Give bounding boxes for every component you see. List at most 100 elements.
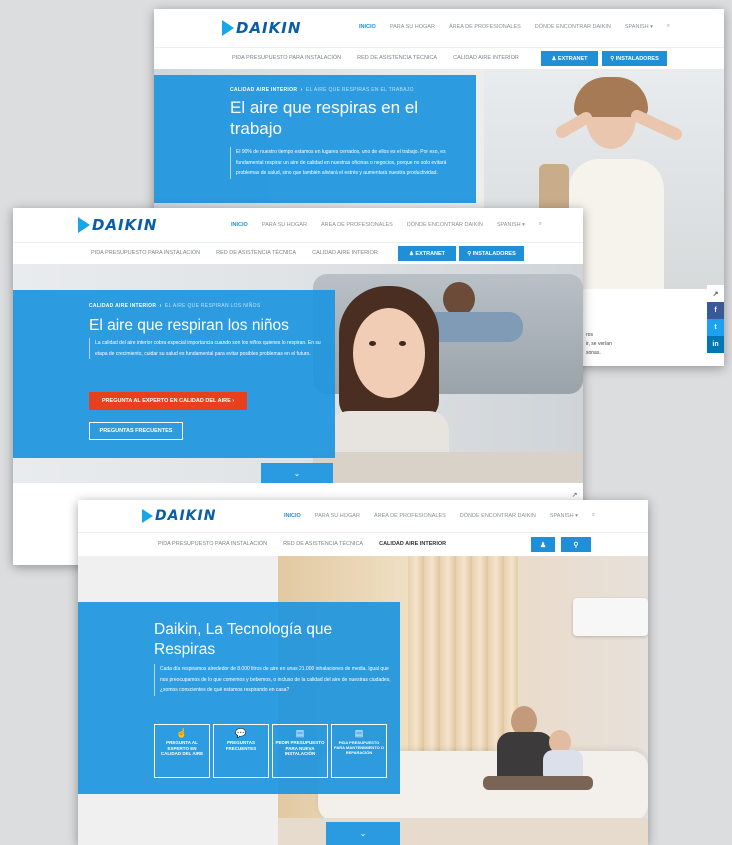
pin-icon: ⚲ <box>573 541 579 549</box>
nav-inicio[interactable]: INICIO <box>231 222 248 228</box>
header: DAIKIN INICIO PARA SU HOGAR ÁREA DE PROF… <box>154 9 724 47</box>
sub-asistencia[interactable]: RED DE ASISTENCIA TÉCNICA <box>216 250 296 256</box>
search-icon[interactable]: ⌕ <box>667 23 670 30</box>
nav-language[interactable]: SPANISH ▾ <box>497 222 525 228</box>
sub-calidad[interactable]: CALIDAD AIRE INTERIOR <box>453 55 519 61</box>
header: DAIKIN INICIO PARA SU HOGAR ÁREA DE PROF… <box>13 208 583 242</box>
extranet-label: EXTRANET <box>415 250 446 257</box>
extranet-button[interactable]: ♟ EXTRANET <box>398 246 456 261</box>
nav-profesionales[interactable]: ÁREA DE PROFESIONALES <box>374 513 446 519</box>
nav-donde[interactable]: DÓNDE ENCONTRAR DAIKIN <box>535 24 611 30</box>
instaladores-label: INSTALADORES <box>472 250 516 257</box>
hero-body: Cada día respiramos alrededor de 8.000 l… <box>154 664 394 696</box>
nav-hogar[interactable]: PARA SU HOGAR <box>390 24 435 30</box>
document-icon: ▤ <box>295 728 305 738</box>
brand-name: DAIKIN <box>236 19 302 37</box>
daikin-logo[interactable]: DAIKIN <box>222 19 301 37</box>
hero-title: El aire que respiran los niños <box>89 317 289 334</box>
nav-language[interactable]: SPANISH ▾ <box>625 24 653 30</box>
quick-links: ☝ PREGUNTA AL EXPERTO EN CALIDAD DEL AIR… <box>154 724 387 778</box>
sub-presupuesto[interactable]: PIDA PRESUPUESTO PARA INSTALACIÓN <box>158 541 267 547</box>
breadcrumb: CALIDAD AIRE INTERIOR › EL AIRE QUE RESP… <box>89 303 261 309</box>
sub-calidad[interactable]: CALIDAD AIRE INTERIOR <box>312 250 378 256</box>
breadcrumb: CALIDAD AIRE INTERIOR › EL AIRE QUE RESP… <box>230 87 414 93</box>
facebook-icon[interactable]: f <box>707 302 724 319</box>
nav-donde[interactable]: DÓNDE ENCONTRAR DAIKIN <box>460 513 536 519</box>
air-conditioner-image <box>573 598 648 636</box>
nav-profesionales[interactable]: ÁREA DE PROFESIONALES <box>321 222 393 228</box>
nav-inicio[interactable]: INICIO <box>359 24 376 30</box>
share-icon[interactable]: ↗ <box>707 285 724 302</box>
breadcrumb-section[interactable]: CALIDAD AIRE INTERIOR <box>89 303 156 309</box>
hero-title: El aire que respiras en el trabajo <box>230 98 419 138</box>
below-fold-text: ros ir, se verían sonas. <box>586 331 612 358</box>
tile-quote-install[interactable]: ▤ PEDIR PRESUPUESTO PARA NUEVA INSTALACI… <box>272 724 328 778</box>
search-icon[interactable]: ⌕ <box>592 512 595 519</box>
scroll-down-button[interactable]: ⌄ <box>261 463 333 483</box>
screenshot-home: DAIKIN INICIO PARA SU HOGAR ÁREA DE PROF… <box>78 500 648 845</box>
main-nav: INICIO PARA SU HOGAR ÁREA DE PROFESIONAL… <box>231 221 556 228</box>
location-button[interactable]: ⚲ <box>561 537 591 552</box>
sub-links: PIDA PRESUPUESTO PARA INSTALACIÓN RED DE… <box>91 250 394 256</box>
hero-panel-home: Daikin, La Tecnología que Respiras Cada … <box>78 602 400 794</box>
twitter-icon[interactable]: t <box>707 319 724 336</box>
search-icon[interactable]: ⌕ <box>539 221 542 228</box>
sub-nav: PIDA PRESUPUESTO PARA INSTALACIÓN RED DE… <box>13 242 583 266</box>
tile-quote-maintenance[interactable]: ▤ PIDA PRESUPUESTO PARA MANTENIMIENTO O … <box>331 724 387 778</box>
instaladores-button[interactable]: ⚲ INSTALADORES <box>459 246 524 261</box>
daikin-logo[interactable]: DAIKIN <box>142 508 216 524</box>
peek-line-1: ros <box>586 332 593 338</box>
sub-presupuesto[interactable]: PIDA PRESUPUESTO PARA INSTALACIÓN <box>91 250 200 256</box>
daikin-logo[interactable]: DAIKIN <box>78 216 157 234</box>
peek-line-3: sonas. <box>586 350 601 356</box>
faq-button[interactable]: PREGUNTAS FRECUENTES <box>89 422 183 440</box>
nav-profesionales[interactable]: ÁREA DE PROFESIONALES <box>449 24 521 30</box>
brand-name: DAIKIN <box>92 216 158 234</box>
tile-label: PREGUNTA AL EXPERTO EN CALIDAD DEL AIRE <box>160 740 204 756</box>
ask-expert-button[interactable]: PREGUNTA AL EXPERTO EN CALIDAD DEL AIRE … <box>89 392 247 410</box>
document-icon: ▤ <box>354 728 364 738</box>
share-bar: ↗ f t in <box>707 285 724 353</box>
brand-name: DAIKIN <box>155 508 217 524</box>
extranet-button[interactable]: ♟ EXTRANET <box>541 51 598 66</box>
linkedin-icon[interactable]: in <box>707 336 724 353</box>
breadcrumb-current: EL AIRE QUE RESPIRAS EN EL TRABAJO <box>305 87 414 93</box>
hero-panel-office: CALIDAD AIRE INTERIOR › EL AIRE QUE RESP… <box>154 75 476 203</box>
chat-icon: 💬 <box>235 728 247 738</box>
tile-faq[interactable]: 💬 PREGUNTAS FRECUENTES <box>213 724 269 778</box>
nav-hogar[interactable]: PARA SU HOGAR <box>262 222 307 228</box>
hero-body: El 90% de nuestro tiempo estamos en luga… <box>230 147 468 179</box>
scroll-down-button[interactable]: ⌄ <box>326 822 400 845</box>
instaladores-button[interactable]: ⚲ INSTALADORES <box>602 51 667 66</box>
sub-nav: PIDA PRESUPUESTO PARA INSTALACIÓN RED DE… <box>154 47 724 71</box>
chevron-down-icon: ⌄ <box>359 829 367 838</box>
sub-asistencia[interactable]: RED DE ASISTENCIA TÉCNICA <box>283 541 363 547</box>
user-button[interactable]: ♟ <box>531 537 555 552</box>
main-nav: INICIO PARA SU HOGAR ÁREA DE PROFESIONAL… <box>359 23 684 30</box>
pointer-icon: ☝ <box>176 728 188 738</box>
sub-asistencia[interactable]: RED DE ASISTENCIA TÉCNICA <box>357 55 437 61</box>
nav-language[interactable]: SPANISH ▾ <box>550 513 578 519</box>
tile-label: PREGUNTAS FRECUENTES <box>225 740 257 751</box>
sub-links: PIDA PRESUPUESTO PARA INSTALACIÓN RED DE… <box>232 55 535 61</box>
tile-ask-expert[interactable]: ☝ PREGUNTA AL EXPERTO EN CALIDAD DEL AIR… <box>154 724 210 778</box>
logo-triangle-icon <box>78 217 90 233</box>
sub-calidad[interactable]: CALIDAD AIRE INTERIOR <box>379 541 446 547</box>
user-icon: ♟ <box>539 541 547 549</box>
logo-triangle-icon <box>222 20 234 36</box>
hero-panel-children: CALIDAD AIRE INTERIOR › EL AIRE QUE RESP… <box>13 290 335 458</box>
carpet-image <box>313 452 583 483</box>
breadcrumb-section[interactable]: CALIDAD AIRE INTERIOR <box>230 87 297 93</box>
nav-hogar[interactable]: PARA SU HOGAR <box>315 513 360 519</box>
main-nav: INICIO PARA SU HOGAR ÁREA DE PROFESIONAL… <box>284 512 609 519</box>
extranet-label: EXTRANET <box>557 55 588 62</box>
hero-body: La calidad del aire interior cobra espec… <box>89 338 325 359</box>
hero-title: Daikin, La Tecnología que Respiras <box>154 621 333 658</box>
logo-triangle-icon <box>142 509 153 523</box>
sub-presupuesto[interactable]: PIDA PRESUPUESTO PARA INSTALACIÓN <box>232 55 341 61</box>
nav-donde[interactable]: DÓNDE ENCONTRAR DAIKIN <box>407 222 483 228</box>
tile-label: PEDIR PRESUPUESTO PARA NUEVA INSTALACIÓN <box>275 740 325 756</box>
nav-inicio[interactable]: INICIO <box>284 513 301 519</box>
sub-links: PIDA PRESUPUESTO PARA INSTALACIÓN RED DE… <box>158 541 462 547</box>
tile-label: PIDA PRESUPUESTO PARA MANTENIMIENTO O RE… <box>334 740 384 755</box>
